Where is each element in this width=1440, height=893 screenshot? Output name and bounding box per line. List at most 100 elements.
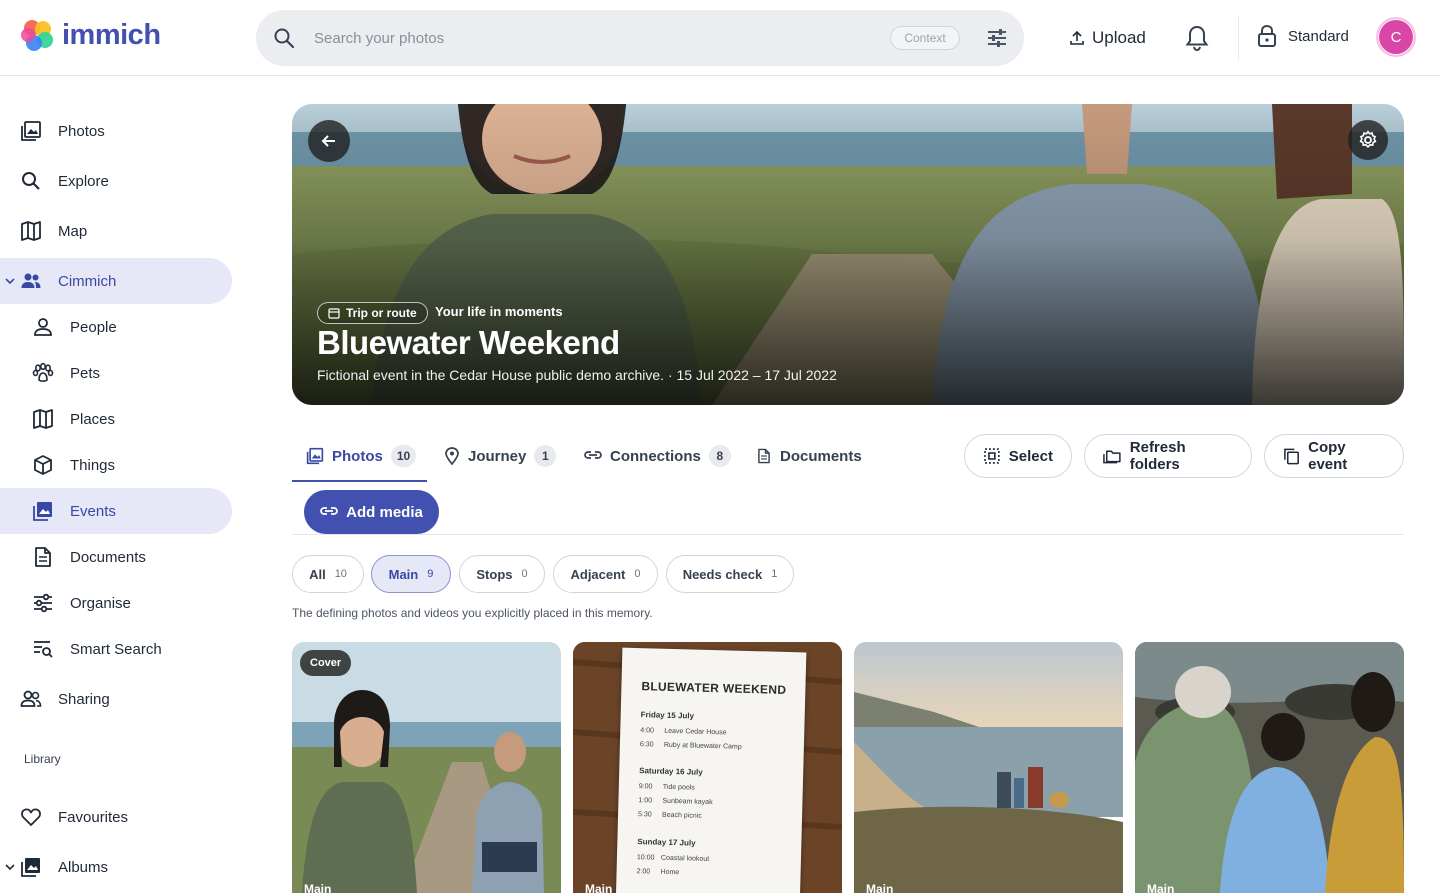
sidebar-item-organise[interactable]: Organise — [0, 580, 232, 626]
select-all-icon — [984, 448, 1000, 464]
back-button[interactable] — [308, 120, 350, 162]
album-icon — [20, 856, 42, 878]
text-search-icon — [32, 638, 54, 660]
tab-label: Connections — [610, 447, 701, 465]
photo-tile[interactable]: Cover Main — [292, 642, 561, 893]
mode-label: Standard — [1288, 27, 1349, 45]
note-text: Coastal lookout — [660, 854, 710, 863]
photo-tile[interactable]: BLUEWATER WEEKEND Friday 15 July 4:00 Le… — [573, 642, 842, 893]
tab-connections[interactable]: Connections 8 — [584, 432, 731, 480]
sidebar-item-map[interactable]: Map — [0, 208, 232, 254]
sidebar-item-label: Pets — [70, 364, 101, 382]
top-bar: immich Context Upload — [0, 0, 1440, 76]
sidebar-item-label: Organise — [70, 594, 131, 612]
filter-chip-needs-check[interactable]: Needs check 1 — [666, 555, 794, 593]
sidebar-item-explore[interactable]: Explore — [0, 158, 232, 204]
photo-label: Main — [585, 882, 613, 893]
hero-tagline: Your life in moments — [435, 304, 563, 319]
link-icon — [584, 451, 602, 459]
notifications-button[interactable] — [1184, 24, 1210, 57]
note-day: Friday 15 July — [640, 710, 695, 721]
active-tab-indicator — [292, 480, 427, 482]
note-text: Leave Cedar House — [664, 727, 727, 737]
tab-journey[interactable]: Journey 1 — [444, 432, 557, 480]
filter-chip-main[interactable]: Main 9 — [371, 555, 451, 593]
photo-label: Main — [304, 882, 332, 893]
search-input[interactable] — [314, 24, 874, 52]
sidebar-item-things[interactable]: Things — [0, 442, 232, 488]
filter-description: The defining photos and videos you expli… — [292, 606, 653, 620]
user-avatar[interactable]: C — [1376, 17, 1416, 57]
sidebar-item-cimmich[interactable]: Cimmich — [0, 258, 232, 304]
note-day: Sunday 17 July — [637, 837, 696, 848]
upload-icon — [1070, 30, 1084, 45]
event-type-chip: Trip or route — [317, 302, 428, 324]
event-settings-button[interactable] — [1348, 120, 1388, 160]
refresh-folders-label: Refresh folders — [1129, 439, 1186, 473]
tab-documents[interactable]: Documents — [756, 432, 862, 480]
filter-chip-adjacent[interactable]: Adjacent 0 — [553, 555, 658, 593]
photo-tile[interactable]: Main — [854, 642, 1123, 893]
sidebar-item-photos[interactable]: Photos — [0, 108, 232, 154]
filter-count: 1 — [771, 568, 778, 580]
filter-count: 9 — [427, 568, 434, 580]
note-time: 5:30 — [637, 811, 652, 819]
filter-chip-all[interactable]: All 10 — [292, 555, 364, 593]
heart-icon — [20, 806, 42, 828]
person-icon — [32, 316, 54, 338]
sidebar-item-sharing[interactable]: Sharing — [0, 676, 232, 722]
photo-tile[interactable]: Main — [1135, 642, 1404, 893]
copy-icon — [1284, 448, 1299, 465]
tab-count: 8 — [708, 445, 731, 467]
tab-label: Photos — [332, 447, 383, 465]
sidebar-item-smart-search[interactable]: Smart Search — [0, 626, 232, 672]
filter-count: 0 — [634, 568, 641, 580]
upload-button[interactable]: Upload — [1068, 22, 1146, 54]
sidebar-item-albums[interactable]: Albums — [0, 844, 232, 890]
sidebar-item-documents[interactable]: Documents — [0, 534, 232, 580]
sidebar-item-pets[interactable]: Pets — [0, 350, 232, 396]
sidebar-item-places[interactable]: Places — [0, 396, 232, 442]
context-chip[interactable]: Context — [890, 26, 960, 50]
library-section-label: Library — [24, 752, 61, 766]
cube-icon — [32, 454, 54, 476]
bell-icon — [1185, 25, 1209, 52]
tab-photos[interactable]: Photos 10 — [306, 432, 417, 480]
folders-icon — [1103, 450, 1121, 464]
photos-icon — [306, 447, 324, 465]
document-icon — [758, 448, 770, 464]
sidebar-item-label: Events — [70, 502, 116, 520]
filter-count: 0 — [521, 568, 528, 580]
share-people-icon — [20, 688, 42, 710]
search-icon — [274, 28, 295, 49]
select-button[interactable]: Select — [964, 434, 1072, 478]
sidebar-item-label: Explore — [58, 172, 109, 190]
sidebar-item-label: Things — [70, 456, 116, 474]
map-icon — [32, 408, 54, 430]
filter-label: Needs check — [682, 566, 763, 582]
sidebar-item-people[interactable]: People — [0, 304, 232, 350]
copy-event-button[interactable]: Copy event — [1264, 434, 1404, 478]
note-time: 4:00 — [640, 727, 654, 735]
tab-count: 10 — [390, 445, 417, 467]
immich-logo-icon — [21, 20, 53, 51]
note-time: 10:00 — [636, 854, 655, 862]
filter-label: Stops — [476, 566, 513, 582]
refresh-folders-button[interactable]: Refresh folders — [1084, 434, 1252, 478]
tab-label: Documents — [780, 447, 862, 465]
filter-label: All — [309, 566, 326, 582]
app-logo[interactable]: immich — [20, 18, 161, 52]
photo-label: Main — [866, 882, 894, 893]
search-bar[interactable]: Context — [256, 10, 1024, 66]
filter-label: Main — [388, 566, 419, 582]
location-pin-icon — [445, 447, 459, 465]
search-filter-button[interactable] — [980, 24, 1014, 52]
sidebar-item-events[interactable]: Events — [0, 488, 232, 534]
note-time: 2:00 — [636, 868, 651, 876]
people-group-icon — [20, 270, 42, 292]
mode-button[interactable]: Standard — [1256, 24, 1349, 48]
add-media-button[interactable]: Add media — [304, 490, 439, 534]
sidebar-item-favourites[interactable]: Favourites — [0, 794, 232, 840]
sidebar-item-label: Favourites — [58, 808, 129, 826]
filter-chip-stops[interactable]: Stops 0 — [459, 555, 545, 593]
